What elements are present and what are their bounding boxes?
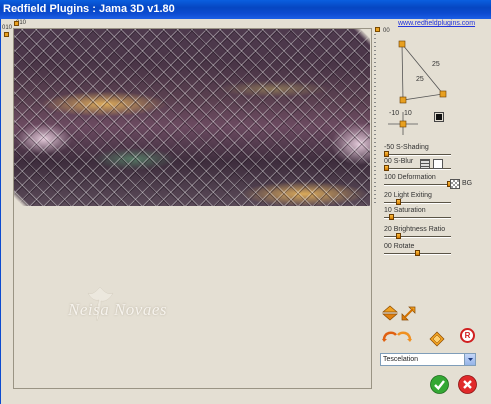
slider-track[interactable] [384, 217, 451, 219]
light-upper-value: 25 [432, 61, 440, 68]
slider-label-s-shading: -50 S-Shading [384, 144, 429, 151]
chevron-down-icon[interactable] [464, 354, 475, 365]
s-blur-grid-icon[interactable] [420, 159, 430, 169]
bg-pattern-swatch[interactable] [450, 179, 460, 189]
slider-thumb[interactable] [384, 165, 389, 171]
website-link[interactable]: www.redfieldplugins.com [398, 20, 475, 27]
ok-button[interactable] [430, 375, 449, 394]
light-color-swatch[interactable] [434, 112, 444, 122]
right-ruler-marker[interactable] [375, 27, 380, 32]
slider-label-s-blur: 00 S-Blur [384, 158, 414, 165]
slider-thumb[interactable] [396, 199, 401, 205]
cancel-button[interactable] [458, 375, 477, 394]
slider-thumb[interactable] [384, 151, 389, 157]
window-title: Redfield Plugins : Jama 3D v1.80 [3, 3, 175, 15]
slider-rotate[interactable]: 00 Rotate [381, 243, 481, 265]
slider-track[interactable] [384, 236, 451, 238]
slider-label-rotate: 00 Rotate [384, 243, 415, 250]
horizontal-ruler-marker[interactable] [14, 21, 19, 26]
slider-label-brightness-ratio: 20 Brightness Ratio [384, 226, 446, 233]
slider-track[interactable] [384, 202, 451, 204]
random-icon: R [464, 331, 471, 340]
slider-track[interactable] [384, 184, 451, 186]
preview-image[interactable] [14, 29, 370, 206]
light-lower-value: 25 [416, 76, 424, 83]
window-title-bar: Redfield Plugins : Jama 3D v1.80 [0, 0, 491, 19]
slider-thumb[interactable] [389, 214, 394, 220]
rotate-arrows-icon[interactable] [381, 328, 413, 342]
resize-diagonal-icon[interactable] [401, 306, 416, 321]
slider-thumb[interactable] [415, 250, 420, 256]
flip-vertical-icon[interactable] [382, 305, 398, 321]
vertical-ruler-marker[interactable] [4, 32, 9, 37]
random-button[interactable]: R [460, 328, 475, 343]
watermark-signature: Neisa Novaes [68, 300, 168, 319]
vertical-ruler-label: 010 [2, 25, 13, 31]
light-color-fill [436, 114, 442, 120]
right-ruler [374, 34, 376, 204]
s-blur-color-swatch[interactable] [433, 159, 443, 169]
slider-thumb[interactable] [396, 233, 401, 239]
slider-label-light-exiting: 20 Light Exiting [384, 192, 432, 199]
bg-label: BG [462, 180, 473, 187]
preset-select[interactable]: Tescelation [380, 353, 476, 366]
slider-track[interactable] [384, 154, 451, 156]
light-direction-graph[interactable] [383, 28, 479, 104]
slider-label-deformation: 100 Deformation [384, 174, 436, 181]
slider-label-saturation: 10 Saturation [384, 207, 426, 214]
preset-selected: Tescelation [383, 356, 419, 363]
center-reset-icon[interactable] [429, 331, 445, 347]
light-position-crosshair[interactable] [385, 107, 421, 137]
